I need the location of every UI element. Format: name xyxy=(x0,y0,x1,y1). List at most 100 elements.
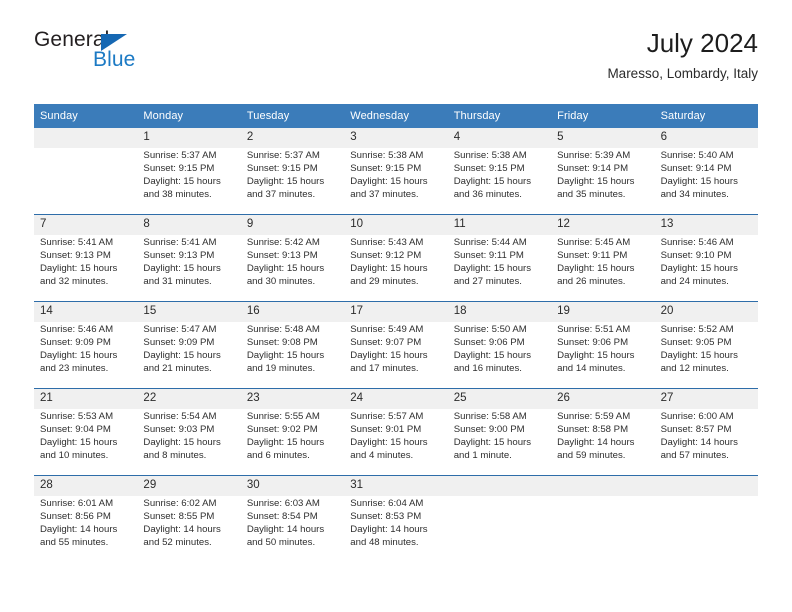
day-number: 12 xyxy=(557,218,570,230)
day-detail-line: and 32 minutes. xyxy=(40,275,109,287)
day-detail-line: Sunrise: 5:44 AM xyxy=(453,237,527,248)
day-detail-line: Sunset: 9:15 PM xyxy=(246,162,318,174)
day-number: 31 xyxy=(350,479,364,491)
day-details: Sunrise: 5:37 AM Sunset: 9:15 PM Daylight:… xyxy=(143,150,234,202)
day-details: Sunrise: 5:51 AM Sunset: 9:06 PM Daylight:… xyxy=(557,324,648,376)
day-detail-line: Daylight: 14 hours xyxy=(557,436,635,448)
day-cell[interactable]: 5 Sunrise: 5:39 AM Sunset: 9:14 PM Daylight… xyxy=(551,128,654,214)
day-cell[interactable]: 22 Sunrise: 5:54 AM Sunset: 9:03 PM Dayligh… xyxy=(137,389,240,475)
day-detail-line: and 16 minutes. xyxy=(453,362,522,374)
day-detail-line: Sunrise: 5:59 AM xyxy=(557,411,631,422)
day-cell[interactable]: 4 Sunrise: 5:38 AM Sunset: 9:15 PM Daylight… xyxy=(448,128,551,214)
day-cell[interactable]: 12 Sunrise: 5:45 AM Sunset: 9:11 PM Dayligh… xyxy=(551,215,654,301)
week-grid: 28 Sunrise: 6:01 AM Sunset: 8:56 PM Dayligh… xyxy=(34,476,758,562)
day-detail-line: and 34 minutes. xyxy=(660,188,729,200)
day-detail-line: Daylight: 15 hours xyxy=(40,349,118,361)
day-number: 17 xyxy=(350,305,364,317)
day-cell[interactable]: 14 Sunrise: 5:46 AM Sunset: 9:09 PM Dayligh… xyxy=(34,302,137,388)
day-detail-line: Sunset: 9:04 PM xyxy=(40,423,111,435)
day-detail-line: Sunset: 9:11 PM xyxy=(557,249,628,261)
weekday-header-row: Sunday Monday Tuesday Wednesday Thursday Frid… xyxy=(34,104,758,128)
day-cell[interactable]: 11 Sunrise: 5:44 AM Sunset: 9:11 PM Dayligh… xyxy=(448,215,551,301)
weekday-header-sunday: Sunday xyxy=(40,110,78,122)
day-detail-line: Sunset: 9:06 PM xyxy=(557,336,629,348)
day-detail-line: Sunrise: 5:42 AM xyxy=(246,237,320,248)
day-cell[interactable]: 17 Sunrise: 5:49 AM Sunset: 9:07 PM Dayligh… xyxy=(344,302,447,388)
weekday-header-monday: Monday xyxy=(143,110,184,122)
day-number: 27 xyxy=(660,392,674,404)
day-cell[interactable]: 26 Sunrise: 5:59 AM Sunset: 8:58 PM Dayligh… xyxy=(551,389,654,475)
day-details: Sunrise: 5:57 AM Sunset: 9:01 PM Daylight:… xyxy=(350,411,441,463)
day-detail-line: Sunset: 9:13 PM xyxy=(246,249,318,261)
day-detail-line: Sunrise: 5:47 AM xyxy=(143,324,217,335)
day-detail-line: and 52 minutes. xyxy=(143,536,212,548)
day-cell[interactable]: 24 Sunrise: 5:57 AM Sunset: 9:01 PM Dayligh… xyxy=(344,389,447,475)
day-cell[interactable]: 31 Sunrise: 6:04 AM Sunset: 8:53 PM Dayligh… xyxy=(344,476,447,562)
day-detail-line: Daylight: 15 hours xyxy=(40,436,118,448)
day-cell[interactable]: 18 Sunrise: 5:50 AM Sunset: 9:06 PM Dayligh… xyxy=(448,302,551,388)
week-row: 1 Sunrise: 5:37 AM Sunset: 9:15 PM Daylight… xyxy=(34,128,758,214)
day-detail-line: Sunset: 9:03 PM xyxy=(143,423,215,435)
day-cell[interactable]: 7 Sunrise: 5:41 AM Sunset: 9:13 PM Daylight… xyxy=(34,215,137,301)
day-cell[interactable]: 9 Sunrise: 5:42 AM Sunset: 9:13 PM Daylight… xyxy=(241,215,344,301)
day-cell[interactable]: 20 Sunrise: 5:52 AM Sunset: 9:05 PM Dayligh… xyxy=(655,302,758,388)
day-details: Sunrise: 5:59 AM Sunset: 8:58 PM Daylight:… xyxy=(557,411,648,463)
day-detail-line: Sunrise: 5:38 AM xyxy=(350,150,424,161)
day-cell[interactable]: 1 Sunrise: 5:37 AM Sunset: 9:15 PM Daylight… xyxy=(137,128,240,214)
week-grid: 21 Sunrise: 5:53 AM Sunset: 9:04 PM Dayligh… xyxy=(34,389,758,475)
day-details: Sunrise: 5:49 AM Sunset: 9:07 PM Daylight:… xyxy=(350,324,441,376)
day-cell[interactable]: 19 Sunrise: 5:51 AM Sunset: 9:06 PM Dayligh… xyxy=(551,302,654,388)
day-cell[interactable]: 6 Sunrise: 5:40 AM Sunset: 9:14 PM Daylight… xyxy=(655,128,758,214)
day-cell[interactable]: 23 Sunrise: 5:55 AM Sunset: 9:02 PM Dayligh… xyxy=(241,389,344,475)
day-number: 4 xyxy=(453,131,461,143)
day-cell[interactable]: 27 Sunrise: 6:00 AM Sunset: 8:57 PM Dayligh… xyxy=(655,389,758,475)
day-detail-line: and 55 minutes. xyxy=(40,536,109,548)
day-number: 28 xyxy=(40,479,53,491)
day-detail-line: and 19 minutes. xyxy=(246,362,316,374)
day-detail-line: Daylight: 14 hours xyxy=(246,523,325,535)
day-detail-line: and 57 minutes. xyxy=(660,449,729,461)
day-detail-line: Daylight: 15 hours xyxy=(350,175,428,187)
day-number: 9 xyxy=(246,218,254,230)
day-detail-line: Sunrise: 5:50 AM xyxy=(453,324,527,335)
day-cell[interactable]: 15 Sunrise: 5:47 AM Sunset: 9:09 PM Dayligh… xyxy=(137,302,240,388)
day-detail-line: and 27 minutes. xyxy=(453,275,522,287)
day-cell[interactable]: 29 Sunrise: 6:02 AM Sunset: 8:55 PM Dayligh… xyxy=(137,476,240,562)
day-detail-line: and 24 minutes. xyxy=(660,275,729,287)
day-details: Sunrise: 5:46 AM Sunset: 9:09 PM Daylight:… xyxy=(40,324,131,376)
day-detail-line: Daylight: 15 hours xyxy=(143,262,221,274)
calendar-page: General Blue July 2024 Maresso, Lombardy… xyxy=(0,0,792,612)
day-cell[interactable]: 16 Sunrise: 5:48 AM Sunset: 9:08 PM Dayligh… xyxy=(241,302,344,388)
day-cell[interactable]: 3 Sunrise: 5:38 AM Sunset: 9:15 PM Daylight… xyxy=(344,128,447,214)
day-number xyxy=(454,476,545,496)
day-number: 30 xyxy=(246,479,260,491)
day-detail-line: and 29 minutes. xyxy=(350,275,419,287)
day-detail-line: and 26 minutes. xyxy=(557,275,626,287)
day-detail-line: Sunset: 9:12 PM xyxy=(350,249,422,261)
day-cell[interactable]: 2 Sunrise: 5:37 AM Sunset: 9:15 PM Daylight… xyxy=(241,128,344,214)
day-details: Sunrise: 6:01 AM Sunset: 8:56 PM Daylight:… xyxy=(40,498,131,550)
day-detail-line: and 37 minutes. xyxy=(350,188,419,200)
day-number: 21 xyxy=(40,392,53,404)
day-details: Sunrise: 6:04 AM Sunset: 8:53 PM Daylight:… xyxy=(350,498,441,550)
day-detail-line: Daylight: 15 hours xyxy=(246,175,325,187)
day-number: 2 xyxy=(246,131,254,143)
brand-logo[interactable]: General Blue xyxy=(34,28,274,84)
day-cell[interactable]: 8 Sunrise: 5:41 AM Sunset: 9:13 PM Daylight… xyxy=(137,215,240,301)
day-detail-line: and 14 minutes. xyxy=(557,362,626,374)
day-cell[interactable]: 28 Sunrise: 6:01 AM Sunset: 8:56 PM Dayligh… xyxy=(34,476,137,562)
weekday-header-wednesday: Wednesday xyxy=(350,110,410,122)
day-detail-line: and 50 minutes. xyxy=(246,536,316,548)
day-detail-line: Sunset: 9:14 PM xyxy=(660,162,732,174)
day-cell[interactable]: 13 Sunrise: 5:46 AM Sunset: 9:10 PM Dayligh… xyxy=(655,215,758,301)
day-detail-line: Sunset: 9:15 PM xyxy=(350,162,422,174)
day-detail-line: Daylight: 15 hours xyxy=(557,175,635,187)
day-cell-empty xyxy=(551,476,654,562)
day-detail-line: Daylight: 15 hours xyxy=(660,175,738,187)
day-cell[interactable]: 30 Sunrise: 6:03 AM Sunset: 8:54 PM Dayligh… xyxy=(241,476,344,562)
day-cell[interactable]: 10 Sunrise: 5:43 AM Sunset: 9:12 PM Dayligh… xyxy=(344,215,447,301)
day-detail-line: Sunset: 8:56 PM xyxy=(40,510,111,522)
day-cell[interactable]: 21 Sunrise: 5:53 AM Sunset: 9:04 PM Dayligh… xyxy=(34,389,137,475)
day-detail-line: and 37 minutes. xyxy=(246,188,316,200)
day-cell[interactable]: 25 Sunrise: 5:58 AM Sunset: 9:00 PM Dayligh… xyxy=(448,389,551,475)
